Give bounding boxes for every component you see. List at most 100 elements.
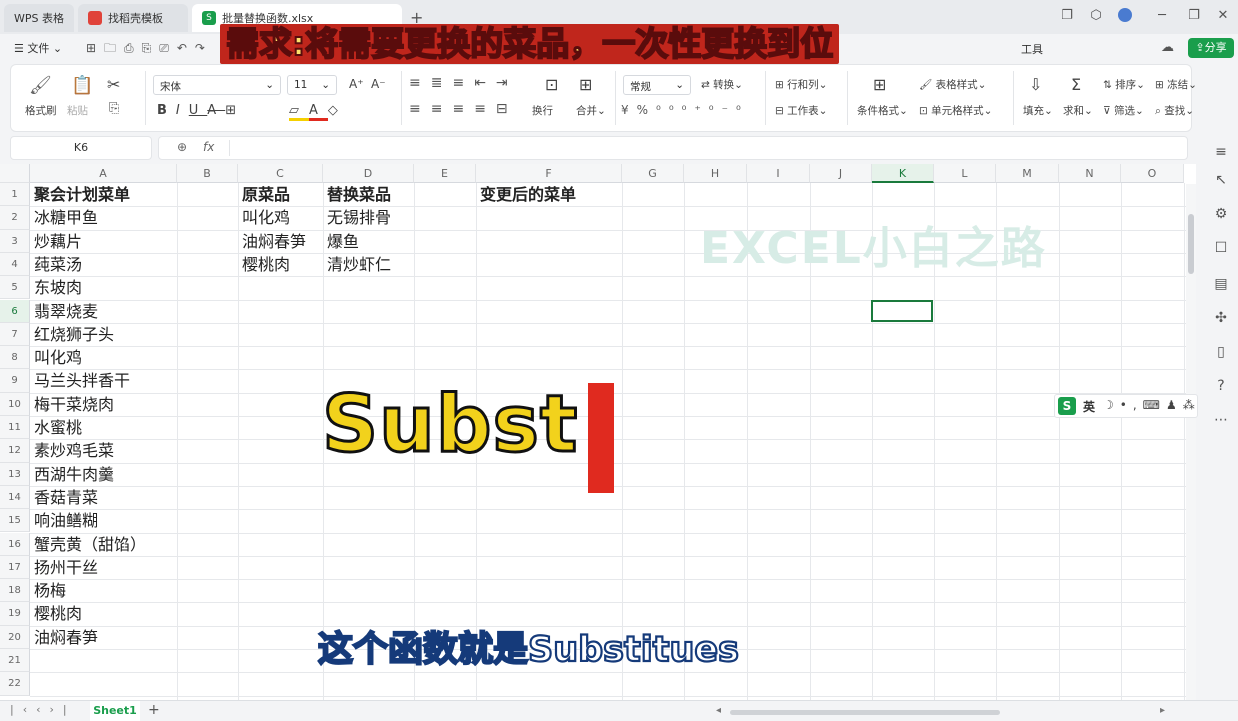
row-header-13[interactable]: 13 (0, 462, 30, 486)
column-header-A[interactable]: A (30, 164, 177, 183)
column-header-D[interactable]: D (323, 164, 414, 183)
cell-A7[interactable]: 红烧狮子头 (34, 323, 114, 346)
chart-icon[interactable]: ▤ (1213, 276, 1229, 292)
row-header-5[interactable]: 5 (0, 276, 30, 300)
column-header-L[interactable]: L (934, 164, 996, 183)
tools-icon[interactable]: ✣ (1213, 310, 1229, 326)
tab-templates[interactable]: 找稻壳模板 (78, 4, 188, 32)
cell-A8[interactable]: 叫化鸡 (34, 346, 82, 369)
cell-C3[interactable]: 油焖春笋 (242, 230, 306, 253)
cell-D1[interactable]: 替换菜品 (327, 183, 391, 206)
row-header-20[interactable]: 20 (0, 625, 30, 649)
add-sheet-button[interactable]: + (148, 702, 160, 718)
sum-button[interactable]: 求和⌄ (1063, 103, 1093, 118)
row-header-7[interactable]: 7 (0, 322, 30, 347)
cell-D4[interactable]: 清炒虾仁 (327, 253, 391, 276)
zoom-icon[interactable]: ⊕ (177, 140, 187, 154)
settings-sliders-icon[interactable]: ⚙ (1213, 206, 1229, 222)
format-painter-button[interactable]: 格式刷 (25, 103, 57, 118)
paste-button[interactable]: 粘贴 (67, 103, 88, 118)
column-header-K[interactable]: K (872, 164, 934, 183)
font-name-select[interactable]: 宋体 ⌄ (153, 75, 281, 95)
row-header-18[interactable]: 18 (0, 579, 30, 603)
cell-C1[interactable]: 原菜品 (242, 183, 290, 206)
number-format-buttons[interactable]: ¥%⁰⁰⁰⁺⁰⁻⁰ (621, 103, 749, 117)
cell-A10[interactable]: 梅干菜烧肉 (34, 393, 114, 416)
cell-A14[interactable]: 香菇青菜 (34, 486, 98, 509)
row-header-14[interactable]: 14 (0, 485, 30, 510)
text-style-buttons[interactable]: BIUA⊞ (157, 103, 245, 118)
font-size-select[interactable]: 11 ⌄ (287, 75, 337, 95)
collapse-icon[interactable]: ≡ (1213, 144, 1229, 160)
row-header-3[interactable]: 3 (0, 229, 30, 253)
cell-F1[interactable]: 变更后的菜单 (480, 183, 576, 206)
cond-format-button[interactable]: 条件格式⌄ (857, 103, 908, 118)
cell-D2[interactable]: 无锡排骨 (327, 206, 391, 229)
ime-language[interactable]: 英 (1083, 398, 1095, 415)
convert-button[interactable]: ⇄ 转换⌄ (701, 77, 743, 92)
cell-A11[interactable]: 水蜜桃 (34, 416, 82, 439)
cut-icon[interactable]: ✂ (107, 75, 120, 94)
row-header-11[interactable]: 11 (0, 416, 30, 440)
cell-A6[interactable]: 翡翠烧麦 (34, 300, 98, 323)
row-header-15[interactable]: 15 (0, 509, 30, 533)
cell-A4[interactable]: 莼菜汤 (34, 253, 82, 276)
avatar[interactable] (1116, 8, 1134, 26)
copy-icon[interactable]: ⎘ (109, 101, 119, 116)
row-header-21[interactable]: 21 (0, 649, 30, 673)
cell-C2[interactable]: 叫化鸡 (242, 206, 290, 229)
horizontal-scrollbar[interactable] (730, 710, 1000, 715)
formula-bar[interactable]: ⊕ fx (158, 136, 1188, 160)
row-header-22[interactable]: 22 (0, 672, 30, 696)
share-button[interactable]: ⇪分享 (1188, 38, 1234, 58)
cell-A18[interactable]: 杨梅 (34, 579, 66, 602)
vertical-scrollbar[interactable] (1186, 184, 1196, 700)
cell-A1[interactable]: 聚会计划菜单 (34, 183, 130, 206)
row-header-8[interactable]: 8 (0, 346, 30, 370)
cell-A15[interactable]: 响油鳝糊 (34, 509, 98, 532)
find-button[interactable]: ⌕ 查找⌄ (1155, 103, 1194, 118)
fx-icon[interactable]: fx (203, 140, 214, 154)
wrap-button[interactable]: 换行 (532, 103, 553, 118)
cell-A20[interactable]: 油焖春笋 (34, 626, 98, 649)
cell-D3[interactable]: 爆鱼 (327, 230, 359, 253)
row-header-10[interactable]: 10 (0, 392, 30, 416)
fill-button[interactable]: 填充⌄ (1023, 103, 1053, 118)
row-header-6[interactable]: 6 (0, 299, 30, 323)
cell-A3[interactable]: 炒藕片 (34, 230, 82, 253)
row-header-16[interactable]: 16 (0, 532, 30, 556)
column-header-J[interactable]: J (810, 164, 872, 183)
font-grow-button[interactable]: A⁺ (349, 77, 364, 91)
column-header-M[interactable]: M (996, 164, 1059, 183)
cell-A13[interactable]: 西湖牛肉羹 (34, 463, 114, 486)
row-header-9[interactable]: 9 (0, 369, 30, 393)
tab-wps-sheet[interactable]: WPS 表格 (4, 4, 74, 32)
row-header-12[interactable]: 12 (0, 439, 30, 463)
scroll-right-icon[interactable]: ▸ (1160, 705, 1165, 716)
sheet-tab[interactable]: Sheet1 (90, 701, 140, 721)
selected-cell[interactable] (871, 300, 933, 322)
number-format-select[interactable]: 常规 ⌄ (623, 75, 691, 95)
column-header-C[interactable]: C (238, 164, 323, 183)
row-header-19[interactable]: 19 (0, 602, 30, 626)
column-header-N[interactable]: N (1059, 164, 1121, 183)
book-icon[interactable]: ▯ (1213, 344, 1229, 360)
ime-tool-icons[interactable]: ☽•,⌨♟⁂ (1103, 398, 1201, 412)
cell-style-button[interactable]: ⊡ 单元格样式⌄ (919, 103, 992, 118)
maximize-icon[interactable]: ❐ (1185, 8, 1203, 26)
help-icon[interactable]: ? (1213, 378, 1229, 394)
row-header-1[interactable]: 1 (0, 183, 30, 207)
comment-icon[interactable]: ☐ (1213, 240, 1229, 256)
name-box[interactable]: K6 (10, 136, 152, 160)
tools-menu[interactable]: 工具 (1021, 41, 1043, 57)
window-layout-icon[interactable]: ❐ (1058, 8, 1076, 26)
close-icon[interactable]: ✕ (1214, 8, 1232, 26)
row-header-17[interactable]: 17 (0, 555, 30, 580)
column-header-B[interactable]: B (177, 164, 238, 183)
sort-button[interactable]: ⇅ 排序⌄ (1103, 77, 1145, 92)
cell-A2[interactable]: 冰糖甲鱼 (34, 206, 98, 229)
cloud-icon[interactable]: ☁ (1161, 40, 1174, 55)
merge-button[interactable]: 合并⌄ (576, 103, 606, 118)
rows-cols-button[interactable]: ⊞ 行和列⌄ (775, 77, 827, 92)
more-icon[interactable]: ⋯ (1213, 412, 1229, 428)
